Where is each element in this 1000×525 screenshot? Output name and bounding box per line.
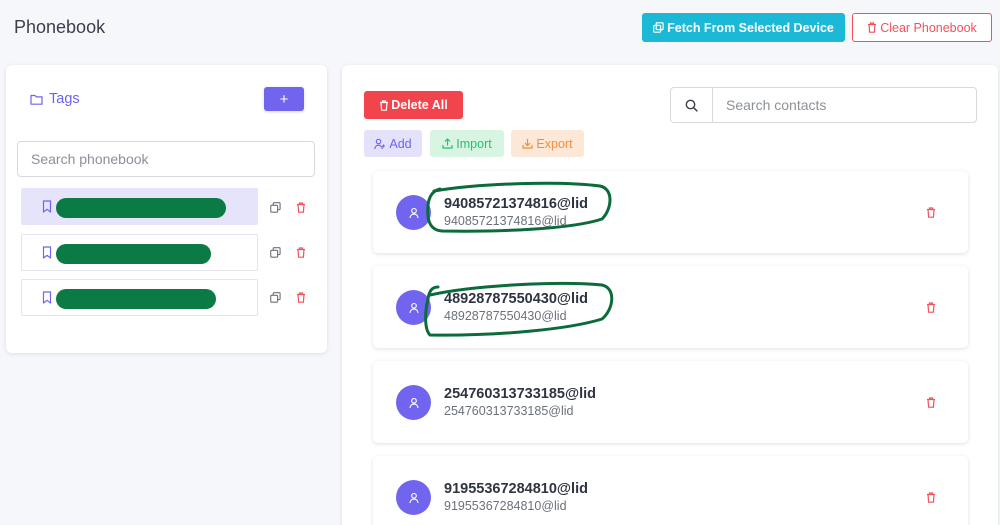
- redacted-tag-label: [56, 198, 226, 218]
- bookmark-icon: [42, 291, 52, 304]
- user-icon: [408, 492, 419, 503]
- avatar: [396, 385, 431, 420]
- search-button[interactable]: [671, 88, 713, 122]
- tag-item[interactable]: [21, 188, 258, 225]
- clear-phonebook-label: Clear Phonebook: [880, 20, 977, 35]
- contact-card[interactable]: 94085721374816@lid 94085721374816@lid: [373, 171, 968, 253]
- copy-tag-button[interactable]: [268, 200, 282, 214]
- avatar: [396, 195, 431, 230]
- tags-panel: Tags +: [6, 65, 327, 353]
- trash-icon: [927, 206, 935, 218]
- delete-all-label: Delete All: [391, 98, 448, 112]
- user-icon: [408, 397, 419, 408]
- delete-contact-button[interactable]: [925, 491, 937, 503]
- contact-name: 254760313733185@lid: [444, 386, 597, 402]
- search-phonebook-input[interactable]: [17, 141, 315, 177]
- upload-icon: [442, 138, 453, 149]
- search-contacts-input[interactable]: [713, 88, 976, 122]
- delete-all-button[interactable]: Delete All: [364, 91, 463, 119]
- search-contacts-box: [670, 87, 977, 123]
- delete-contact-button[interactable]: [925, 206, 937, 218]
- import-label: Import: [456, 136, 492, 151]
- redacted-tag-label: [56, 244, 211, 264]
- contact-card[interactable]: 254760313733185@lid 254760313733185@lid: [373, 361, 968, 443]
- contact-number: 94085721374816@lid: [444, 214, 567, 228]
- download-icon: [522, 139, 534, 149]
- export-button[interactable]: Export: [511, 130, 584, 157]
- add-tag-button[interactable]: +: [264, 87, 304, 111]
- trash-icon: [868, 22, 877, 33]
- copy-icon: [269, 246, 281, 258]
- page-header: Phonebook Fetch From Selected Device Cle…: [0, 0, 1000, 58]
- contact-name: 91955367284810@lid: [444, 481, 588, 497]
- add-contact-button[interactable]: Add: [364, 130, 422, 157]
- trash-icon: [380, 99, 389, 111]
- export-label: Export: [536, 136, 573, 151]
- delete-tag-button[interactable]: [294, 245, 308, 259]
- redacted-tag-label: [56, 289, 216, 309]
- contact-number: 254760313733185@lid: [444, 404, 574, 418]
- avatar: [396, 480, 431, 515]
- trash-icon: [927, 491, 935, 503]
- contact-name: 94085721374816@lid: [444, 196, 588, 212]
- tag-item[interactable]: [21, 279, 258, 316]
- trash-icon: [927, 396, 935, 408]
- trash-icon: [297, 291, 305, 303]
- contact-number: 91955367284810@lid: [444, 499, 567, 513]
- add-contact-label: Add: [389, 136, 412, 151]
- tags-title: Tags: [49, 91, 80, 107]
- contact-number: 48928787550430@lid: [444, 309, 567, 323]
- fetch-from-device-label: Fetch From Selected Device: [667, 20, 834, 35]
- page-title: Phonebook: [14, 17, 106, 37]
- tags-heading: Tags: [30, 91, 80, 107]
- import-button[interactable]: Import: [430, 130, 504, 157]
- contacts-panel: Delete All Add Import Export 94085721374…: [342, 65, 998, 525]
- avatar: [396, 290, 431, 325]
- delete-contact-button[interactable]: [925, 396, 937, 408]
- folder-icon: [30, 94, 43, 105]
- trash-icon: [297, 201, 305, 213]
- tag-item[interactable]: [21, 234, 258, 271]
- contact-card[interactable]: 48928787550430@lid 48928787550430@lid: [373, 266, 968, 348]
- trash-icon: [927, 301, 935, 313]
- trash-icon: [297, 246, 305, 258]
- user-icon: [408, 302, 419, 313]
- delete-tag-button[interactable]: [294, 200, 308, 214]
- clear-phonebook-button[interactable]: Clear Phonebook: [852, 13, 992, 42]
- user-icon: [408, 207, 419, 218]
- fetch-from-device-button[interactable]: Fetch From Selected Device: [642, 13, 845, 42]
- copy-tag-button[interactable]: [268, 290, 282, 304]
- copy-icon: [269, 291, 281, 303]
- delete-tag-button[interactable]: [294, 290, 308, 304]
- copy-icon: [653, 22, 664, 33]
- bookmark-icon: [42, 200, 52, 213]
- add-user-icon: [374, 138, 386, 149]
- copy-icon: [269, 201, 281, 213]
- contact-name: 48928787550430@lid: [444, 291, 588, 307]
- delete-contact-button[interactable]: [925, 301, 937, 313]
- search-icon: [685, 99, 698, 112]
- contact-card[interactable]: 91955367284810@lid 91955367284810@lid: [373, 456, 968, 525]
- bookmark-icon: [42, 246, 52, 259]
- copy-tag-button[interactable]: [268, 245, 282, 259]
